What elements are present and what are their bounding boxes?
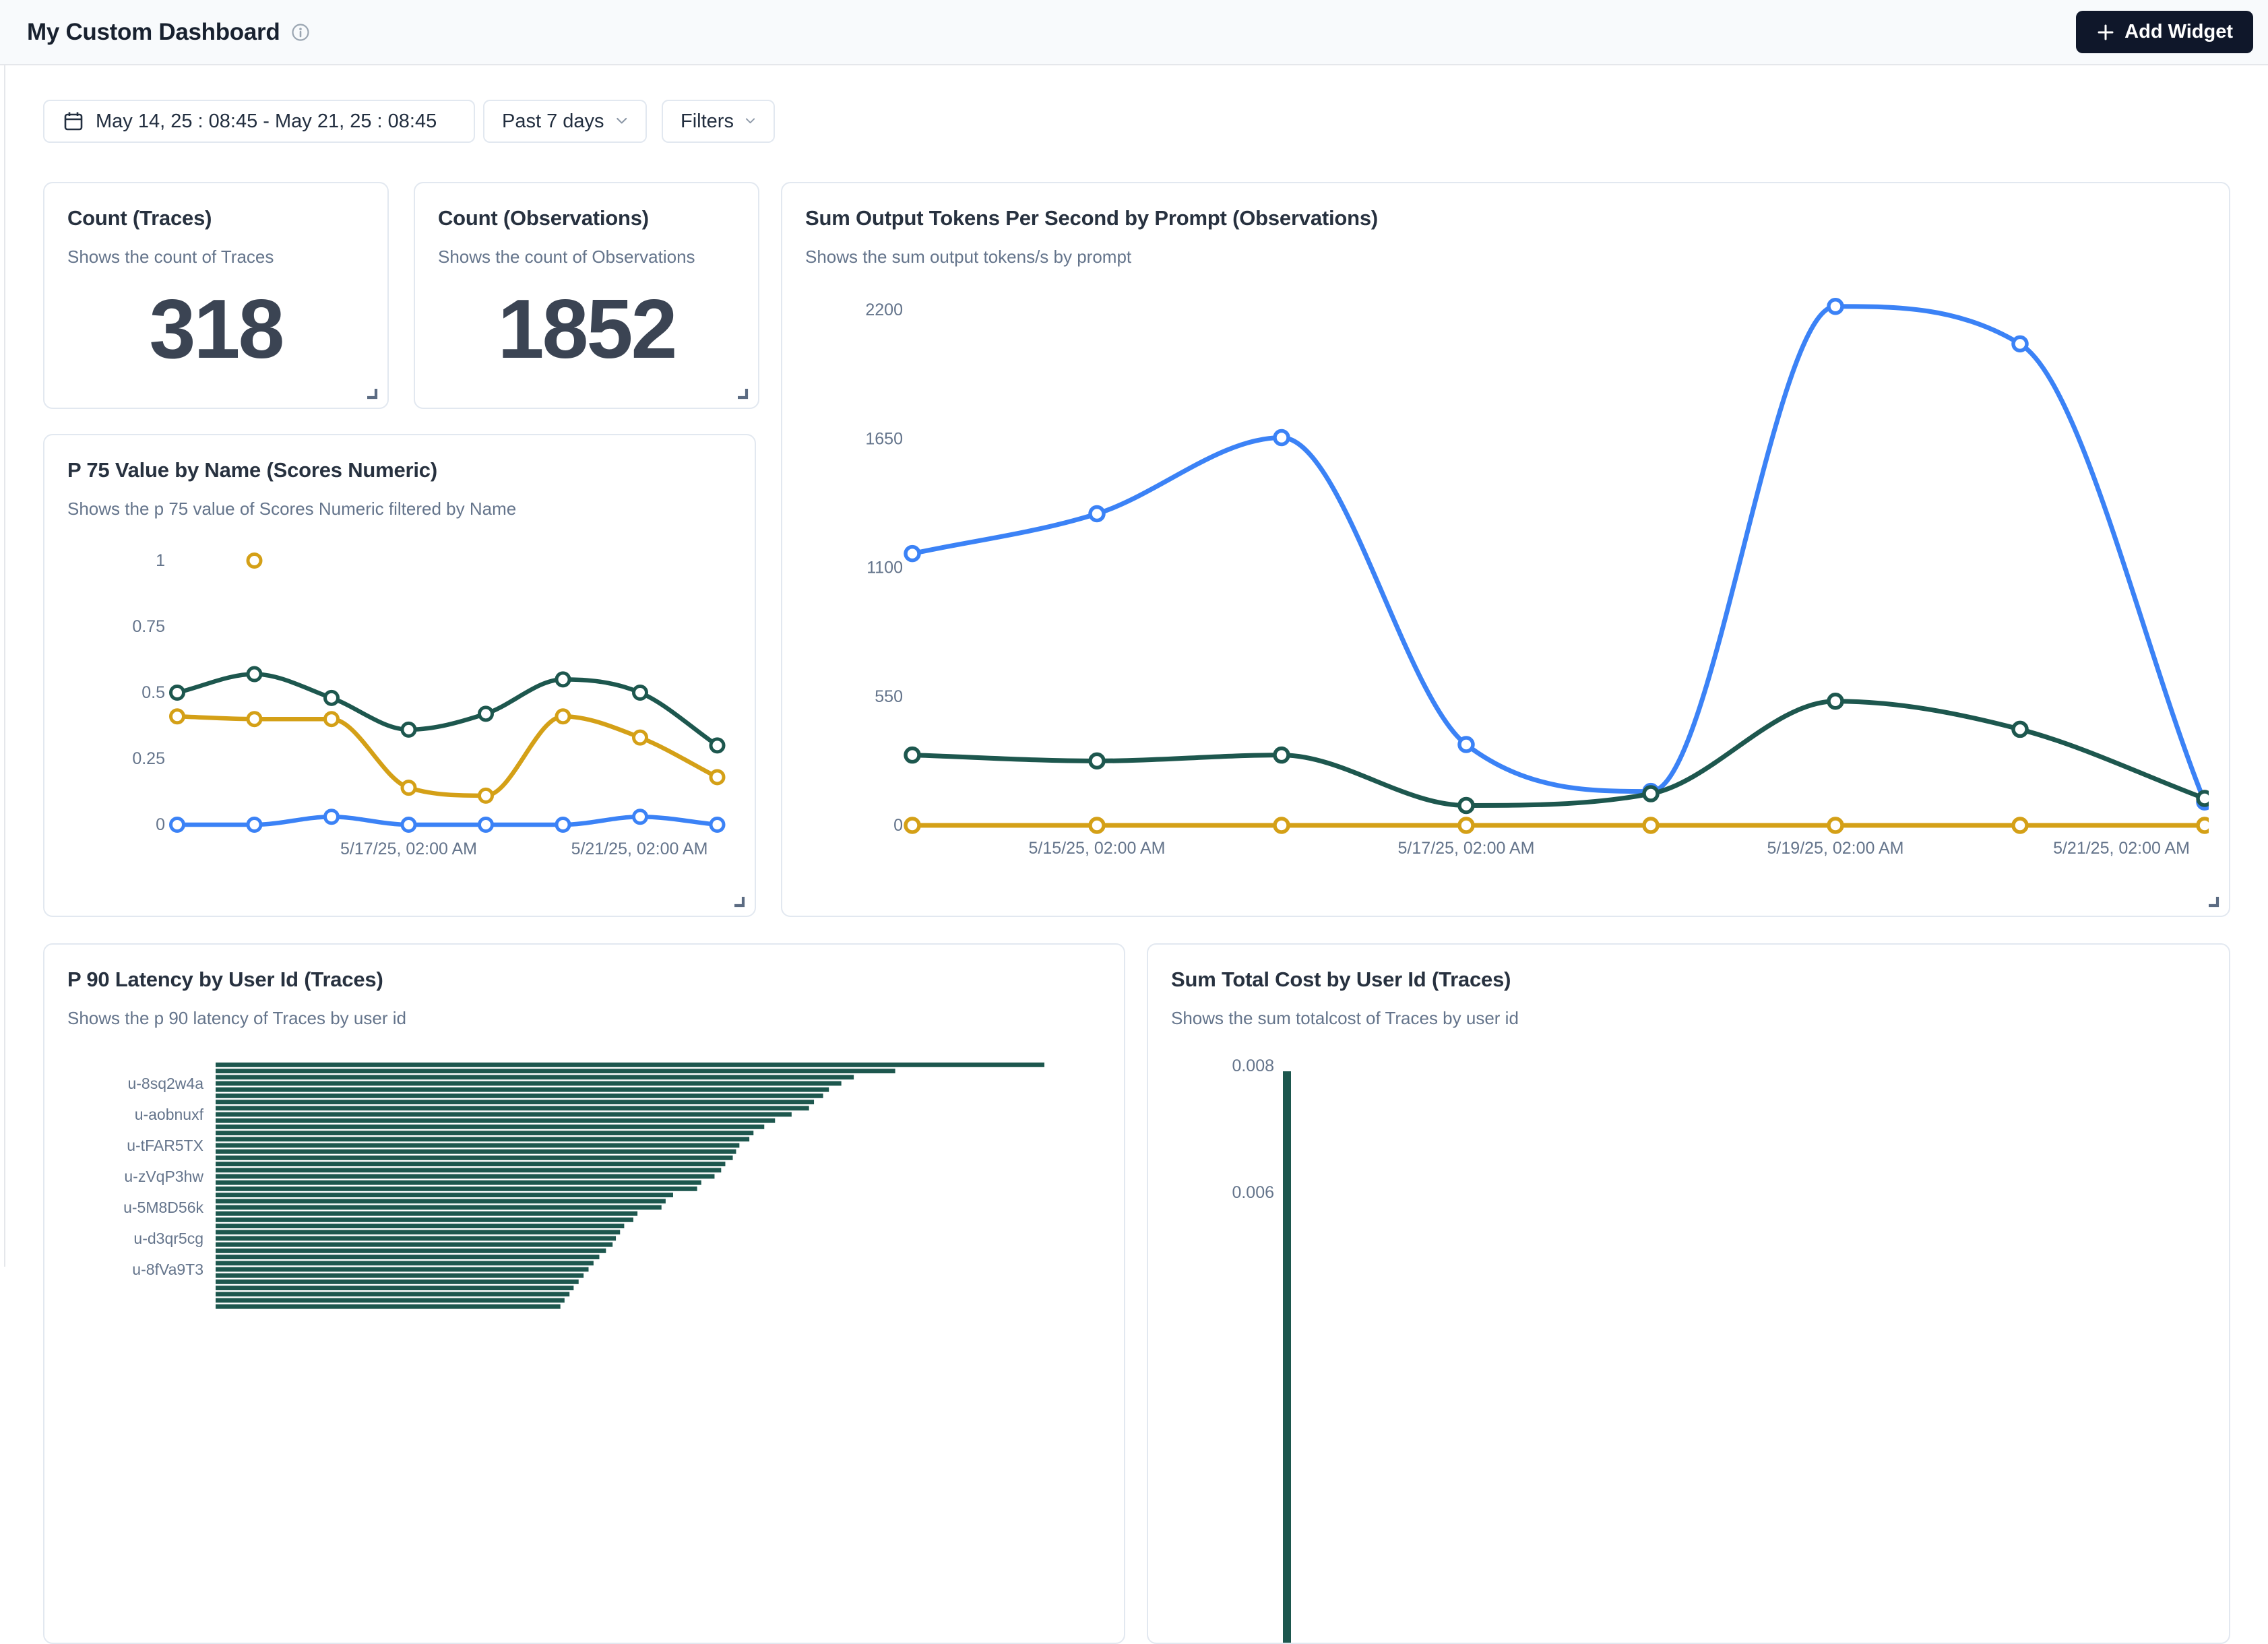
plus-icon	[2096, 23, 2115, 42]
page-title: My Custom Dashboard	[27, 19, 280, 46]
svg-text:0.008: 0.008	[1232, 1056, 1274, 1075]
svg-text:0: 0	[156, 815, 165, 834]
date-preset-dropdown[interactable]: Past 7 days	[483, 100, 647, 143]
svg-text:u-d3qr5cg: u-d3qr5cg	[133, 1230, 203, 1247]
widget-subtitle: Shows the p 75 value of Scores Numeric f…	[67, 499, 732, 519]
chevron-down-icon	[745, 116, 756, 127]
svg-text:2200: 2200	[865, 301, 903, 319]
calendar-icon	[62, 110, 85, 133]
svg-text:u-zVqP3hw: u-zVqP3hw	[124, 1168, 203, 1185]
svg-text:5/17/25, 02:00 AM: 5/17/25, 02:00 AM	[340, 840, 477, 858]
add-widget-button[interactable]: Add Widget	[2076, 11, 2253, 53]
svg-text:1650: 1650	[865, 429, 903, 448]
widget-subtitle: Shows the count of Traces	[67, 247, 365, 267]
widget-card-tokens-per-second: Sum Output Tokens Per Second by Prompt (…	[781, 182, 2230, 917]
date-range-label: May 14, 25 : 08:45 - May 21, 25 : 08:45	[96, 110, 437, 133]
widget-card-total-cost: Sum Total Cost by User Id (Traces) Shows…	[1147, 943, 2230, 1644]
widget-subtitle: Shows the p 90 latency of Traces by user…	[67, 1008, 1101, 1029]
svg-text:5/21/25, 02:00 AM: 5/21/25, 02:00 AM	[2053, 839, 2190, 858]
count-value: 318	[67, 288, 365, 371]
svg-text:0.5: 0.5	[141, 683, 165, 702]
count-value: 1852	[438, 288, 735, 371]
widget-title: Sum Output Tokens Per Second by Prompt (…	[805, 206, 2206, 230]
svg-text:5/15/25, 02:00 AM: 5/15/25, 02:00 AM	[1029, 839, 1166, 858]
date-preset-label: Past 7 days	[502, 110, 604, 133]
widget-card-p75-scores: P 75 Value by Name (Scores Numeric) Show…	[43, 434, 756, 917]
widget-title: Sum Total Cost by User Id (Traces)	[1171, 968, 2206, 992]
svg-text:550: 550	[875, 687, 903, 706]
info-icon	[290, 22, 311, 42]
resize-handle-icon[interactable]	[365, 386, 379, 401]
svg-text:0.75: 0.75	[132, 617, 165, 636]
tokens-line-chart: 0 550 1100 1650 2200 5/15/25, 02:00 AM 5/17/25…	[805, 274, 2209, 884]
svg-text:u-8sq2w4a: u-8sq2w4a	[127, 1075, 203, 1092]
widget-card-p90-latency: P 90 Latency by User Id (Traces) Shows t…	[43, 943, 1125, 1644]
filters-dropdown[interactable]: Filters	[662, 100, 775, 143]
widget-title: Count (Observations)	[438, 206, 735, 230]
svg-text:1100: 1100	[867, 559, 903, 577]
svg-text:0: 0	[893, 816, 903, 835]
svg-text:5/17/25, 02:00 AM: 5/17/25, 02:00 AM	[1398, 839, 1535, 858]
widget-card-count-observations: Count (Observations) Shows the count of …	[414, 182, 759, 409]
svg-text:u-8fVa9T3: u-8fVa9T3	[132, 1261, 203, 1278]
content-left-divider	[4, 65, 5, 1267]
svg-text:0.006: 0.006	[1232, 1183, 1274, 1202]
widget-subtitle: Shows the sum totalcost of Traces by use…	[1171, 1008, 2206, 1029]
svg-text:5/21/25, 02:00 AM: 5/21/25, 02:00 AM	[571, 840, 708, 858]
resize-handle-icon[interactable]	[2206, 894, 2221, 909]
filters-label: Filters	[681, 110, 734, 133]
widget-subtitle: Shows the count of Observations	[438, 247, 735, 267]
widget-title: Count (Traces)	[67, 206, 365, 230]
widget-title: P 90 Latency by User Id (Traces)	[67, 968, 1101, 992]
svg-text:u-tFAR5TX: u-tFAR5TX	[127, 1137, 203, 1154]
chevron-down-icon	[615, 116, 628, 127]
svg-text:1: 1	[156, 551, 165, 570]
page-header: My Custom Dashboard Add Widget	[0, 0, 2268, 65]
widget-title: P 75 Value by Name (Scores Numeric)	[67, 458, 732, 482]
svg-text:u-aobnuxf: u-aobnuxf	[135, 1106, 204, 1123]
widget-card-count-traces: Count (Traces) Shows the count of Traces…	[43, 182, 389, 409]
resize-handle-icon[interactable]	[732, 894, 747, 909]
svg-text:0.25: 0.25	[132, 749, 165, 768]
date-range-button[interactable]: May 14, 25 : 08:45 - May 21, 25 : 08:45	[43, 100, 475, 143]
svg-text:u-5M8D56k: u-5M8D56k	[123, 1199, 203, 1216]
p75-line-chart: 0 0.25 0.5 0.75 1 5/17/25, 02:00 AM 5/21/25, 0…	[67, 523, 734, 890]
add-widget-label: Add Widget	[2124, 21, 2233, 43]
svg-text:5/19/25, 02:00 AM: 5/19/25, 02:00 AM	[1767, 839, 1904, 858]
cost-bar-chart: 0.008 0.006	[1171, 1032, 2209, 1644]
p90-horizontal-bar-chart: u-8sq2w4a u-aobnuxf u-tFAR5TX u-zVqP3hw u-5M…	[67, 1032, 1104, 1644]
resize-handle-icon[interactable]	[735, 386, 750, 401]
widget-subtitle: Shows the sum output tokens/s by prompt	[805, 247, 2206, 267]
